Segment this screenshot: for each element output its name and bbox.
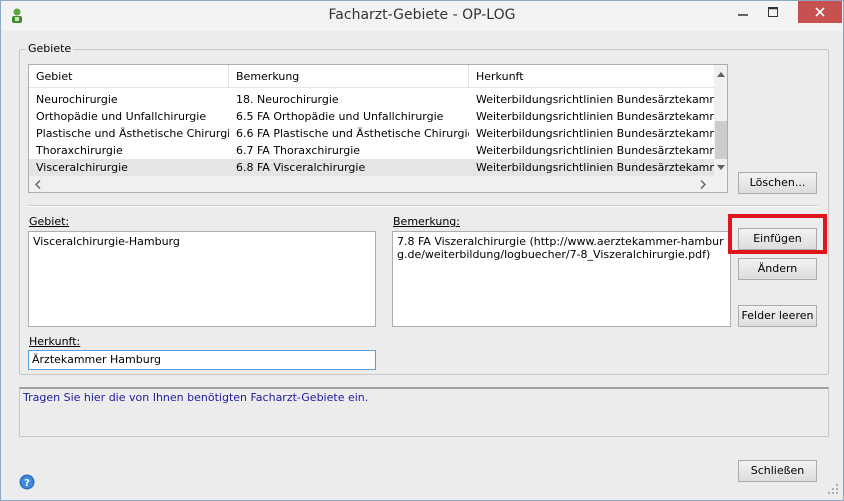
window-title: Facharzt-Gebiete - OP-LOG (328, 7, 516, 23)
column-header-gebiet[interactable]: Gebiet (29, 65, 229, 88)
table-row[interactable]: Neurochirurgie 18. Neurochirurgie Weiter… (29, 91, 715, 108)
cell-bemerkung: 6.6 FA Plastische und Ästhetische Chirur… (236, 127, 469, 140)
schliessen-button[interactable]: Schließen (738, 460, 817, 482)
minimize-icon (738, 14, 748, 16)
close-icon (815, 7, 825, 17)
bemerkung-label: Bemerkung: (393, 215, 460, 228)
horizontal-scrollbar[interactable] (29, 176, 714, 192)
maximize-icon (768, 7, 778, 17)
minimize-button[interactable] (729, 1, 757, 23)
cell-gebiet: Plastische und Ästhetische Chirurgie (36, 127, 229, 140)
cell-bemerkung: 6.8 FA Visceralchirurgie (236, 161, 366, 174)
vertical-scroll-thumb[interactable] (715, 121, 727, 159)
scroll-left-icon[interactable] (32, 178, 44, 191)
table-row[interactable]: Thoraxchirurgie 6.7 FA Thoraxchirurgie W… (29, 142, 715, 159)
aendern-button[interactable]: Ändern (738, 258, 817, 280)
cell-herkunft: Weiterbildungsrichtlinien Bundesärztekam… (476, 127, 715, 140)
dialog-window: Facharzt-Gebiete - OP-LOG Gebiete Gebiet… (0, 0, 844, 501)
list-header: Gebiet Bemerkung Herkunft (29, 65, 715, 88)
cell-herkunft: Weiterbildungsrichtlinien Bundesärztekam… (476, 161, 715, 174)
herkunft-field[interactable]: Ärztekammer Hamburg (28, 350, 376, 370)
help-icon[interactable]: ? (19, 474, 35, 490)
gebiet-field[interactable]: Visceralchirurgie-Hamburg (28, 231, 376, 327)
gebiete-listview[interactable]: Gebiet Bemerkung Herkunft Neurochirurgie… (28, 64, 728, 193)
loeschen-button[interactable]: Löschen... (738, 172, 817, 194)
title-bar[interactable]: Facharzt-Gebiete - OP-LOG (1, 1, 843, 31)
cell-herkunft: Weiterbildungsrichtlinien Bundesärztekam… (476, 144, 715, 157)
bemerkung-field[interactable]: 7.8 FA Viszeralchirurgie (http://www.aer… (392, 231, 731, 327)
cell-bemerkung: 6.7 FA Thoraxchirurgie (236, 144, 361, 157)
cell-herkunft: Weiterbildungsrichtlinien Bundesärztekam… (476, 93, 715, 106)
status-panel: Tragen Sie hier die von Ihnen benötigten… (19, 387, 829, 437)
gebiete-group-label: Gebiete (26, 42, 74, 55)
scroll-up-icon[interactable] (714, 67, 727, 81)
scroll-down-icon[interactable] (714, 160, 727, 174)
column-header-herkunft[interactable]: Herkunft (469, 65, 715, 88)
einfuegen-highlight-box (728, 214, 827, 254)
cell-herkunft: Weiterbildungsrichtlinien Bundesärztekam… (476, 110, 715, 123)
vertical-scrollbar[interactable] (714, 65, 727, 176)
cell-gebiet: Visceralchirurgie (36, 161, 128, 174)
herkunft-label: Herkunft: (29, 335, 81, 348)
table-row[interactable]: Orthopädie und Unfallchirurgie 6.5 FA Or… (29, 108, 715, 125)
status-text: Tragen Sie hier die von Ihnen benötigten… (23, 391, 369, 404)
table-row[interactable]: Plastische und Ästhetische Chirurgie 6.6… (29, 125, 715, 142)
maximize-button[interactable] (759, 1, 787, 23)
cell-bemerkung: 6.5 FA Orthopädie und Unfallchirurgie (236, 110, 444, 123)
cell-gebiet: Thoraxchirurgie (36, 144, 123, 157)
column-header-bemerkung[interactable]: Bemerkung (229, 65, 469, 88)
scrollbar-corner (714, 176, 727, 192)
felder-leeren-button[interactable]: Felder leeren (738, 305, 817, 327)
close-button[interactable] (798, 1, 842, 23)
gebiet-label: Gebiet: (29, 215, 70, 228)
cell-gebiet: Neurochirurgie (36, 93, 118, 106)
svg-text:?: ? (24, 478, 30, 489)
cell-gebiet: Orthopädie und Unfallchirurgie (36, 110, 207, 123)
table-row-selected[interactable]: Visceralchirurgie 6.8 FA Visceralchirurg… (29, 159, 715, 176)
separator (28, 205, 818, 207)
resize-grip-icon[interactable] (827, 483, 839, 495)
cell-bemerkung: 18. Neurochirurgie (236, 93, 339, 106)
scroll-right-icon[interactable] (697, 178, 709, 191)
